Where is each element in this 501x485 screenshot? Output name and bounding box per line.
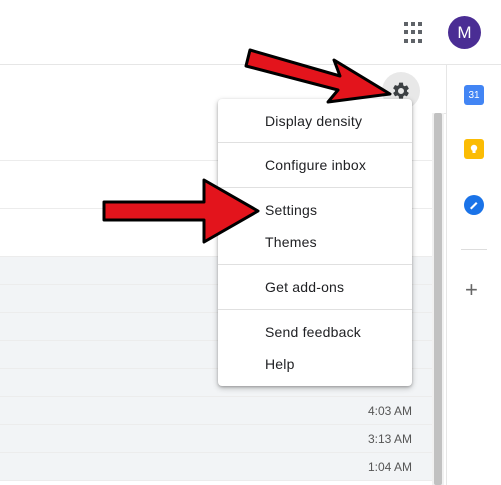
calendar-date-label: 31 [468, 89, 480, 101]
scrollbar[interactable] [432, 113, 444, 485]
menu-item-themes[interactable]: Themes [265, 234, 317, 250]
menu-divider [218, 309, 412, 310]
add-addon-icon[interactable]: + [465, 279, 478, 301]
email-time: 3:13 AM [367, 432, 412, 446]
annotation-arrow-gear [244, 48, 392, 104]
email-row[interactable]: 4:03 AM [0, 397, 432, 425]
account-avatar[interactable]: M [448, 16, 481, 49]
pencil-check-icon [470, 202, 478, 210]
calendar-icon[interactable]: 31 [464, 85, 484, 105]
menu-item-help[interactable]: Help [265, 356, 295, 372]
menu-item-get-add-ons[interactable]: Get add-ons [265, 279, 344, 295]
google-apps-icon[interactable] [404, 22, 426, 44]
menu-divider [218, 264, 412, 265]
keep-icon[interactable] [464, 139, 484, 159]
gear-icon [393, 82, 409, 99]
lightbulb-icon [470, 144, 478, 153]
annotation-arrow-settings [102, 178, 260, 244]
side-panel: 31 + [446, 65, 501, 485]
tasks-icon[interactable] [464, 195, 484, 215]
menu-divider [218, 142, 412, 143]
email-row[interactable]: 3:13 AM [0, 425, 432, 453]
side-panel-divider [461, 249, 487, 250]
email-row[interactable]: 1:04 AM [0, 453, 432, 481]
email-time: 1:04 AM [367, 460, 412, 474]
menu-item-settings[interactable]: Settings [265, 202, 317, 218]
menu-item-configure-inbox[interactable]: Configure inbox [265, 157, 366, 173]
menu-item-display-density[interactable]: Display density [265, 113, 362, 129]
scrollbar-thumb[interactable] [434, 113, 442, 485]
menu-item-send-feedback[interactable]: Send feedback [265, 324, 361, 340]
email-time: 4:03 AM [367, 404, 412, 418]
